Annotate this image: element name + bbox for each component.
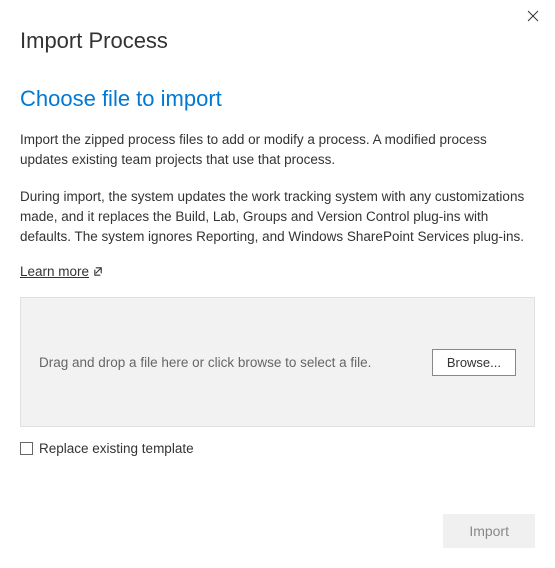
drop-zone-text: Drag and drop a file here or click brows… (39, 355, 371, 370)
learn-more-link[interactable]: Learn more (20, 264, 104, 279)
learn-more-label: Learn more (20, 264, 89, 279)
dialog-title: Import Process (20, 28, 535, 54)
description-text-1: Import the zipped process files to add o… (20, 130, 535, 171)
external-link-icon (93, 266, 104, 277)
replace-template-option: Replace existing template (20, 441, 535, 456)
close-icon (527, 9, 539, 27)
file-drop-zone[interactable]: Drag and drop a file here or click brows… (20, 297, 535, 427)
section-subtitle: Choose file to import (20, 86, 535, 112)
close-button[interactable] (523, 8, 543, 28)
replace-template-label: Replace existing template (39, 441, 194, 456)
description-text-2: During import, the system updates the wo… (20, 187, 535, 248)
browse-button[interactable]: Browse... (432, 349, 516, 376)
dialog-footer: Import (443, 514, 535, 548)
import-button[interactable]: Import (443, 514, 535, 548)
replace-template-checkbox[interactable] (20, 442, 33, 455)
